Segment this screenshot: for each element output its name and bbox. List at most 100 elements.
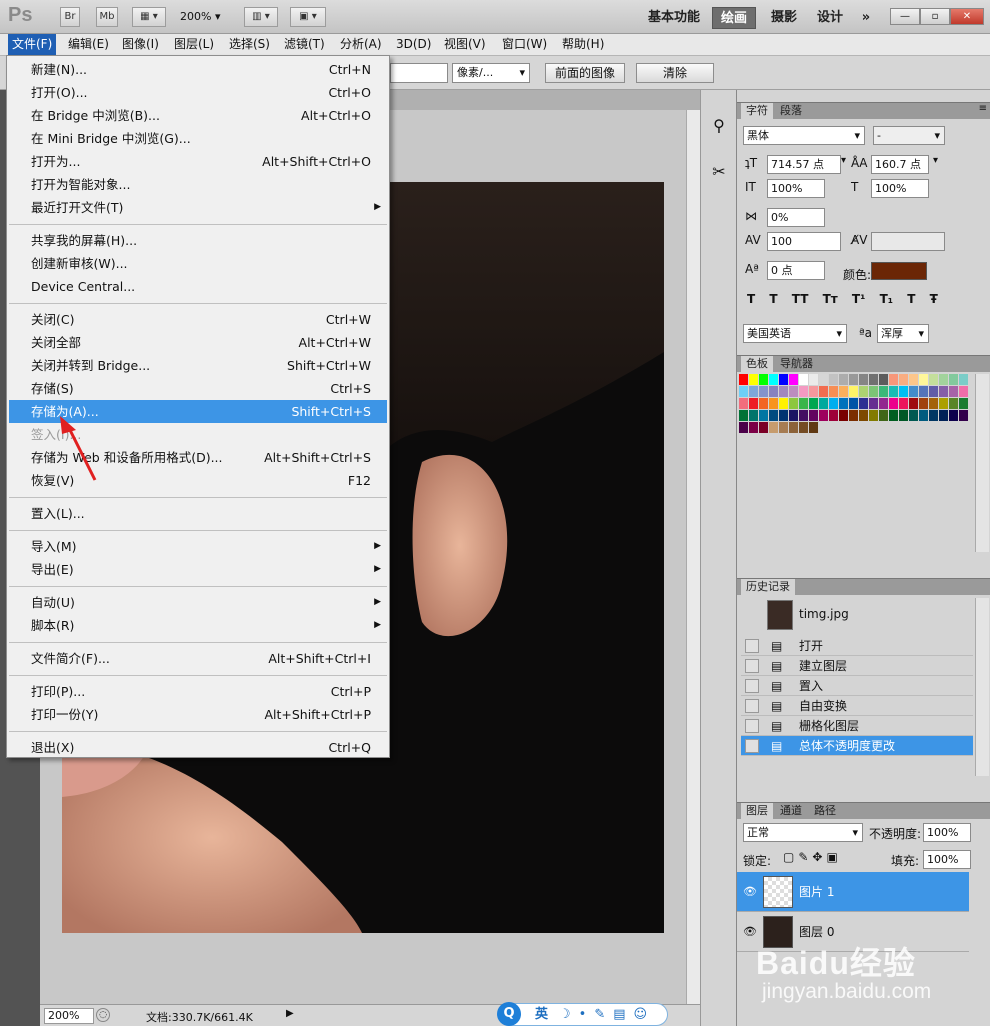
history-checkbox[interactable] xyxy=(745,739,759,753)
font-family-select[interactable]: 黑体 ▾ xyxy=(743,126,865,145)
tab-layers[interactable]: 图层 xyxy=(741,803,773,820)
subscript-button[interactable]: T₁ xyxy=(880,292,893,306)
color-swatch[interactable] xyxy=(809,398,818,409)
color-swatch[interactable] xyxy=(919,374,928,385)
history-state[interactable]: ▤ 建立图层 xyxy=(741,656,973,676)
color-swatch[interactable] xyxy=(889,398,898,409)
color-swatch[interactable] xyxy=(839,386,848,397)
color-swatch[interactable] xyxy=(839,374,848,385)
color-swatch[interactable] xyxy=(859,374,868,385)
color-swatch[interactable] xyxy=(829,386,838,397)
color-swatch[interactable] xyxy=(849,410,858,421)
tab-character[interactable]: 字符 xyxy=(741,103,773,120)
color-swatch[interactable] xyxy=(789,386,798,397)
file-menu-item[interactable]: 关闭(C) Ctrl+W xyxy=(9,308,387,331)
menu-3d[interactable]: 3D(D) xyxy=(392,34,435,55)
eye-icon[interactable]: 👁 xyxy=(743,872,757,912)
color-swatch[interactable] xyxy=(919,410,928,421)
status-zoom[interactable]: 200% xyxy=(44,1008,94,1024)
menu-layer[interactable]: 图层(L) xyxy=(170,34,218,55)
minimize-button[interactable]: — xyxy=(890,8,920,25)
color-swatch[interactable] xyxy=(869,398,878,409)
history-checkbox[interactable] xyxy=(745,679,759,693)
color-swatch[interactable] xyxy=(799,410,808,421)
color-swatch[interactable] xyxy=(739,410,748,421)
color-swatch[interactable] xyxy=(919,398,928,409)
ime-tool-icons[interactable]: ☽•✎▤☺ xyxy=(559,1004,655,1025)
file-menu-item[interactable]: 打印(P)... Ctrl+P xyxy=(9,680,387,703)
history-state[interactable]: ▤ 自由变换 xyxy=(741,696,973,716)
menu-help[interactable]: 帮助(H) xyxy=(558,34,608,55)
color-swatch[interactable] xyxy=(789,374,798,385)
color-swatch[interactable] xyxy=(869,386,878,397)
panel-menu-icon[interactable]: ≡ xyxy=(979,103,987,114)
color-swatch[interactable] xyxy=(819,386,828,397)
fill-field[interactable]: 100% xyxy=(923,850,971,869)
color-swatch[interactable] xyxy=(769,398,778,409)
color-swatch[interactable] xyxy=(879,374,888,385)
color-swatch[interactable] xyxy=(759,410,768,421)
history-state[interactable]: ▤ 栅格化图层 xyxy=(741,716,973,736)
screen-mode-button[interactable]: ▣ ▾ xyxy=(290,7,326,27)
tab-paragraph[interactable]: 段落 xyxy=(775,103,807,120)
font-style-select[interactable]: - ▾ xyxy=(873,126,945,145)
file-menu-item[interactable]: 导入(M) ▶ xyxy=(9,535,387,558)
color-swatch[interactable] xyxy=(899,386,908,397)
color-swatch[interactable] xyxy=(859,398,868,409)
color-swatch[interactable] xyxy=(939,398,948,409)
color-swatch[interactable] xyxy=(809,374,818,385)
font-size-dropdown-icon[interactable]: ▾ xyxy=(841,155,846,166)
color-swatch[interactable] xyxy=(849,398,858,409)
color-swatch[interactable] xyxy=(899,410,908,421)
ime-toolbar[interactable]: Q 英 ☽•✎▤☺ xyxy=(497,1002,668,1026)
file-menu-item[interactable]: 最近打开文件(T) ▶ xyxy=(9,196,387,219)
file-menu-item[interactable]: 在 Mini Bridge 中浏览(G)... xyxy=(9,127,387,150)
color-swatch[interactable] xyxy=(749,374,758,385)
history-checkbox[interactable] xyxy=(745,659,759,673)
color-swatch[interactable] xyxy=(909,386,918,397)
color-swatch[interactable] xyxy=(959,386,968,397)
color-swatch[interactable] xyxy=(929,410,938,421)
color-swatch[interactable] xyxy=(749,386,758,397)
color-swatch[interactable] xyxy=(909,374,918,385)
color-swatch[interactable] xyxy=(959,398,968,409)
workspace-design[interactable]: 设计 xyxy=(812,7,848,29)
all-caps-button[interactable]: TT xyxy=(792,292,809,306)
color-swatch[interactable] xyxy=(889,410,898,421)
tab-swatches[interactable]: 色板 xyxy=(741,356,773,373)
color-swatch[interactable] xyxy=(759,386,768,397)
baseline-shift-field[interactable]: 0 点 xyxy=(767,261,825,280)
color-swatch[interactable] xyxy=(819,410,828,421)
file-menu-item[interactable]: 共享我的屏幕(H)... xyxy=(9,229,387,252)
antialias-select[interactable]: 浑厚 ▾ xyxy=(877,324,929,343)
ime-language[interactable]: 英 xyxy=(535,1004,548,1025)
color-swatch[interactable] xyxy=(809,422,818,433)
color-swatch[interactable] xyxy=(959,374,968,385)
color-swatch[interactable] xyxy=(799,374,808,385)
mini-bridge-button[interactable]: Mb xyxy=(96,7,118,27)
color-swatch[interactable] xyxy=(899,374,908,385)
file-menu-item[interactable]: 自动(U) ▶ xyxy=(9,591,387,614)
color-swatch[interactable] xyxy=(829,374,838,385)
color-swatch[interactable] xyxy=(739,398,748,409)
color-swatch[interactable] xyxy=(929,374,938,385)
color-swatch[interactable] xyxy=(759,374,768,385)
color-swatch[interactable] xyxy=(859,410,868,421)
history-scrollbar[interactable] xyxy=(975,598,989,776)
color-swatch[interactable] xyxy=(909,398,918,409)
workspace-overflow-icon[interactable]: » xyxy=(854,7,878,29)
file-menu-item[interactable]: 关闭全部 Alt+Ctrl+W xyxy=(9,331,387,354)
color-swatch[interactable] xyxy=(909,410,918,421)
color-swatch[interactable] xyxy=(739,374,748,385)
tsume-field[interactable]: 0% xyxy=(767,208,825,227)
color-swatch[interactable] xyxy=(889,374,898,385)
color-swatch[interactable] xyxy=(849,386,858,397)
workspace-painting[interactable]: 绘画 xyxy=(712,7,756,29)
file-menu-item[interactable]: 打开为智能对象... xyxy=(9,173,387,196)
color-swatch[interactable] xyxy=(829,398,838,409)
menu-file[interactable]: 文件(F) xyxy=(8,34,57,55)
color-swatch[interactable] xyxy=(799,386,808,397)
color-swatch[interactable] xyxy=(939,410,948,421)
menu-filter[interactable]: 滤镜(T) xyxy=(280,34,329,55)
eye-icon[interactable]: 👁 xyxy=(743,912,757,952)
